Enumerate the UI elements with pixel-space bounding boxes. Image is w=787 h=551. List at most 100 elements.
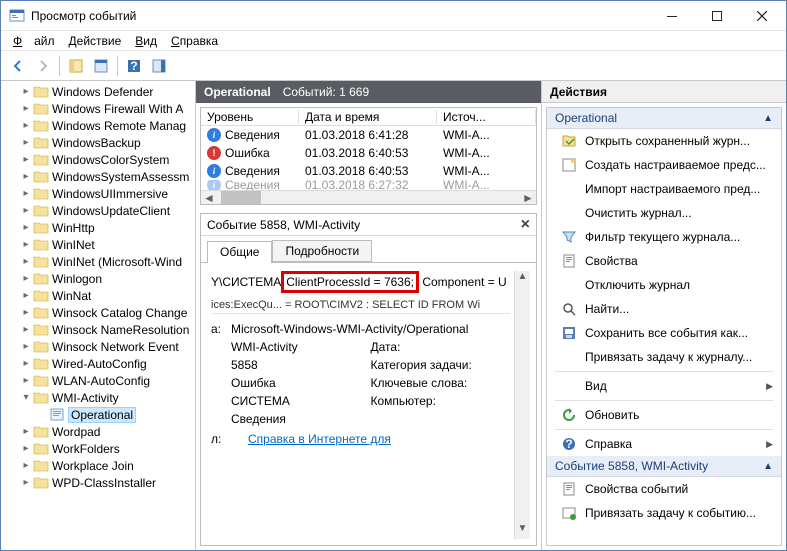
tree-item[interactable]: ▸WindowsColorSystem bbox=[1, 151, 195, 168]
expand-icon[interactable]: ▸ bbox=[19, 375, 33, 386]
properties-button[interactable] bbox=[90, 55, 112, 77]
tree-item[interactable]: ▸WindowsSystemAssessm bbox=[1, 168, 195, 185]
tree-item[interactable]: ▸WLAN-AutoConfig bbox=[1, 372, 195, 389]
tree-item[interactable]: ▸Workplace Join bbox=[1, 457, 195, 474]
tree-item[interactable]: ▸WindowsBackup bbox=[1, 134, 195, 151]
action-item[interactable]: Очистить журнал... bbox=[547, 201, 781, 225]
tree-item[interactable]: ▸WinINet (Microsoft-Wind bbox=[1, 253, 195, 270]
window-title: Просмотр событий bbox=[31, 9, 649, 23]
expand-icon[interactable]: ▸ bbox=[19, 358, 33, 369]
tree-item[interactable]: ▸WindowsUIImmersive bbox=[1, 185, 195, 202]
menu-help[interactable]: Справка bbox=[165, 33, 224, 49]
action-item[interactable]: Сохранить все события как... bbox=[547, 321, 781, 345]
action-icon bbox=[561, 301, 577, 317]
panel-button[interactable] bbox=[148, 55, 170, 77]
action-item[interactable]: Создать настраиваемое предс... bbox=[547, 153, 781, 177]
tree-item[interactable]: ▸WinHttp bbox=[1, 219, 195, 236]
action-group-event[interactable]: Событие 5858, WMI-Activity▲ bbox=[547, 456, 781, 477]
tree-item[interactable]: ▸WindowsUpdateClient bbox=[1, 202, 195, 219]
toolbar: ? bbox=[1, 51, 786, 81]
tree-item[interactable]: ▸Windows Remote Manag bbox=[1, 117, 195, 134]
tab-general[interactable]: Общие bbox=[207, 241, 272, 263]
action-item[interactable]: Открыть сохраненный журн... bbox=[547, 129, 781, 153]
action-item[interactable]: Обновить bbox=[547, 403, 781, 427]
minimize-button[interactable] bbox=[649, 1, 694, 30]
col-level[interactable]: Уровень bbox=[201, 110, 299, 124]
expand-icon[interactable]: ▸ bbox=[19, 205, 33, 216]
action-item[interactable]: Привязать задачу к событию... bbox=[547, 501, 781, 525]
table-row[interactable]: Ошибка01.03.2018 6:40:53WMI-A... bbox=[201, 144, 536, 162]
action-item[interactable]: Привязать задачу к журналу... bbox=[547, 345, 781, 369]
tree-item[interactable]: ▸Wired-AutoConfig bbox=[1, 355, 195, 372]
expand-icon[interactable]: ▸ bbox=[19, 290, 33, 301]
error-icon bbox=[207, 146, 221, 160]
expand-icon[interactable]: ▸ bbox=[19, 86, 33, 97]
tree-item[interactable]: ▾WMI-Activity bbox=[1, 389, 195, 406]
action-item[interactable]: Свойства bbox=[547, 249, 781, 273]
expand-icon[interactable]: ▸ bbox=[19, 273, 33, 284]
tree-item[interactable]: ▸Winsock Catalog Change bbox=[1, 304, 195, 321]
close-button[interactable] bbox=[739, 1, 784, 30]
close-icon[interactable]: × bbox=[521, 216, 530, 234]
action-item[interactable]: Отключить журнал bbox=[547, 273, 781, 297]
menu-view[interactable]: Вид bbox=[129, 33, 163, 49]
action-icon bbox=[561, 378, 577, 394]
tree-item[interactable]: ▸WinINet bbox=[1, 236, 195, 253]
tree-item[interactable]: ▸WinNat bbox=[1, 287, 195, 304]
forward-button[interactable] bbox=[32, 55, 54, 77]
col-date[interactable]: Дата и время bbox=[299, 110, 437, 124]
folder-icon bbox=[33, 476, 49, 490]
tree-item[interactable]: ▸Wordpad bbox=[1, 423, 195, 440]
menu-file[interactable]: Файл bbox=[7, 33, 61, 49]
tree-item[interactable]: ▸ WorkFolders bbox=[1, 440, 195, 457]
vertical-scrollbar[interactable]: ▲▼ bbox=[514, 271, 530, 539]
expand-icon[interactable]: ▸ bbox=[19, 307, 33, 318]
table-row[interactable]: Сведения01.03.2018 6:27:32WMI-A... bbox=[201, 180, 536, 190]
action-icon bbox=[561, 505, 577, 521]
expand-icon[interactable]: ▸ bbox=[19, 256, 33, 267]
expand-icon[interactable]: ▸ bbox=[19, 460, 33, 471]
expand-icon[interactable]: ▸ bbox=[19, 188, 33, 199]
help-button[interactable]: ? bbox=[123, 55, 145, 77]
col-source[interactable]: Источ... bbox=[437, 110, 536, 124]
action-item[interactable]: ?Справка▶ bbox=[547, 432, 781, 456]
horizontal-scrollbar[interactable]: ◄► bbox=[201, 190, 536, 204]
tree-item[interactable]: ▸WPD-ClassInstaller bbox=[1, 474, 195, 491]
tree-item[interactable]: ▸Windows Firewall With A bbox=[1, 100, 195, 117]
expand-icon[interactable]: ▸ bbox=[19, 324, 33, 335]
expand-icon[interactable]: ▸ bbox=[19, 443, 33, 454]
expand-icon[interactable]: ▸ bbox=[19, 426, 33, 437]
maximize-button[interactable] bbox=[694, 1, 739, 30]
expand-icon[interactable]: ▸ bbox=[19, 137, 33, 148]
action-item[interactable]: Импорт настраиваемого пред... bbox=[547, 177, 781, 201]
action-item[interactable]: Найти... bbox=[547, 297, 781, 321]
events-grid[interactable]: Уровень Дата и время Источ... Сведения01… bbox=[200, 107, 537, 205]
action-group-operational[interactable]: Operational▲ bbox=[547, 108, 781, 129]
tree-item[interactable]: Operational bbox=[1, 406, 195, 423]
expand-icon[interactable]: ▸ bbox=[19, 120, 33, 131]
expand-icon[interactable]: ▸ bbox=[19, 154, 33, 165]
tree-item-label: WorkFolders bbox=[52, 442, 120, 456]
expand-icon[interactable]: ▾ bbox=[19, 392, 33, 403]
table-row[interactable]: Сведения01.03.2018 6:41:28WMI-A... bbox=[201, 126, 536, 144]
expand-icon[interactable]: ▸ bbox=[19, 222, 33, 233]
tree-item[interactable]: ▸Winsock NameResolution bbox=[1, 321, 195, 338]
tab-details[interactable]: Подробности bbox=[272, 240, 372, 262]
expand-icon[interactable]: ▸ bbox=[19, 239, 33, 250]
show-tree-button[interactable] bbox=[65, 55, 87, 77]
help-link[interactable]: Справка в Интернете для bbox=[248, 432, 391, 446]
menu-action[interactable]: Действие bbox=[63, 33, 128, 49]
tree-item[interactable]: ▸Winsock Network Event bbox=[1, 338, 195, 355]
back-button[interactable] bbox=[7, 55, 29, 77]
folder-icon bbox=[33, 170, 49, 184]
action-item[interactable]: Фильтр текущего журнала... bbox=[547, 225, 781, 249]
expand-icon[interactable]: ▸ bbox=[19, 103, 33, 114]
action-item[interactable]: Вид▶ bbox=[547, 374, 781, 398]
tree-item[interactable]: ▸Windows Defender bbox=[1, 83, 195, 100]
expand-icon[interactable]: ▸ bbox=[19, 341, 33, 352]
tree-item[interactable]: ▸Winlogon bbox=[1, 270, 195, 287]
expand-icon[interactable]: ▸ bbox=[19, 171, 33, 182]
action-item[interactable]: Свойства событий bbox=[547, 477, 781, 501]
expand-icon[interactable]: ▸ bbox=[19, 477, 33, 488]
table-row[interactable]: Сведения01.03.2018 6:40:53WMI-A... bbox=[201, 162, 536, 180]
